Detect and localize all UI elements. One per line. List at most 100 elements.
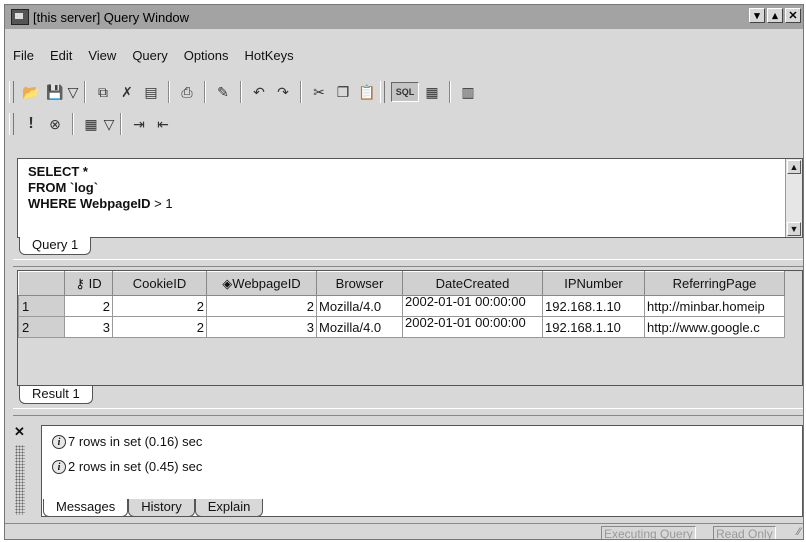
column-header-referringpage[interactable]: ReferringPage bbox=[644, 271, 785, 296]
table-row[interactable]: 2 3 2 3 Mozilla/4.0 2002-01-01 00:00:00 … bbox=[18, 316, 785, 338]
column-header-webpageid[interactable]: ◈WebpageID bbox=[206, 271, 317, 296]
table-row[interactable]: 1 2 2 2 Mozilla/4.0 2002-01-01 00:00:00 … bbox=[18, 295, 785, 317]
toolbar-separator bbox=[449, 81, 451, 103]
toolbar-separator bbox=[120, 113, 122, 135]
grid-mode-icon[interactable]: ▦ bbox=[421, 81, 443, 103]
cell-datecreated[interactable]: 2002-01-01 00:00:00 bbox=[402, 316, 543, 338]
menu-options[interactable]: Options bbox=[176, 48, 237, 63]
print-icon[interactable]: ⎙ bbox=[176, 81, 198, 103]
save-icon[interactable]: 💾 bbox=[44, 81, 66, 103]
pane-grip[interactable] bbox=[15, 445, 25, 515]
open-icon[interactable]: 📂 bbox=[20, 81, 42, 103]
cut-icon[interactable]: ✂ bbox=[308, 81, 330, 103]
redo-icon[interactable]: ↷ bbox=[272, 81, 294, 103]
message-tabs: Messages History Explain bbox=[43, 499, 264, 517]
minimize-button[interactable]: ▾ bbox=[749, 8, 765, 23]
copy-results-icon[interactable]: ⧉ bbox=[92, 81, 114, 103]
column-header-datecreated[interactable]: DateCreated bbox=[402, 271, 543, 296]
close-icon[interactable]: ✕ bbox=[14, 424, 25, 440]
resize-grip-icon[interactable]: ⁄⁄ bbox=[797, 526, 801, 538]
editor-splitter[interactable] bbox=[13, 259, 803, 267]
editor-scrollbar[interactable]: ▲ ▼ bbox=[785, 159, 802, 237]
menu-view[interactable]: View bbox=[80, 48, 124, 63]
toolbar-separator bbox=[204, 81, 206, 103]
column-header-id[interactable]: ⚷ ID bbox=[64, 271, 113, 296]
delete-icon[interactable]: ✗ bbox=[116, 81, 138, 103]
app-icon bbox=[11, 9, 29, 25]
results-table: ⚷ ID CookieID ◈WebpageID Browser DateCre… bbox=[18, 271, 785, 338]
scroll-up-icon[interactable]: ▲ bbox=[787, 160, 801, 174]
cell-browser[interactable]: Mozilla/4.0 bbox=[316, 295, 403, 317]
cell-cookieid[interactable]: 2 bbox=[112, 295, 207, 317]
status-executing: Executing Query bbox=[601, 526, 696, 539]
query-tabs: Query 1 bbox=[19, 237, 92, 255]
status-readonly: Read Only bbox=[713, 526, 776, 539]
outdent-icon[interactable]: ⇤ bbox=[152, 113, 174, 135]
toolbar-separator bbox=[72, 113, 74, 135]
cell-datecreated[interactable]: 2002-01-01 00:00:00 bbox=[402, 295, 543, 317]
cell-cookieid[interactable]: 2 bbox=[112, 316, 207, 338]
cell-id[interactable]: 2 bbox=[64, 295, 113, 317]
toolbar-grip[interactable] bbox=[9, 113, 14, 135]
table-header-row: ⚷ ID CookieID ◈WebpageID Browser DateCre… bbox=[18, 271, 785, 296]
query-toolbar: ! ⊗ ▦ ▽ ⇥ ⇤ bbox=[9, 109, 174, 139]
diamond-icon: ◈ bbox=[222, 275, 233, 291]
column-header-ipnumber[interactable]: IPNumber bbox=[542, 271, 645, 296]
column-header-cookieid[interactable]: CookieID bbox=[112, 271, 207, 296]
sql-editor[interactable]: SELECT * FROM `log` WHERE WebpageID > 1 … bbox=[17, 158, 803, 238]
execute-icon[interactable]: ! bbox=[20, 113, 42, 135]
title-bar[interactable]: [this server] Query Window ▾ ▴ ✕ bbox=[5, 5, 803, 29]
menu-file[interactable]: File bbox=[5, 48, 42, 63]
row-number-header bbox=[18, 271, 65, 296]
message-item: i 7 rows in set (0.16) sec bbox=[52, 434, 202, 449]
close-button[interactable]: ✕ bbox=[785, 8, 801, 23]
row-number[interactable]: 1 bbox=[18, 295, 65, 317]
undo-icon[interactable]: ↶ bbox=[248, 81, 270, 103]
menu-bar: File Edit View Query Options HotKeys bbox=[5, 45, 302, 65]
scroll-down-icon[interactable]: ▼ bbox=[787, 222, 801, 236]
dropdown-arrow-icon[interactable]: ▽ bbox=[104, 113, 115, 135]
tab-history[interactable]: History bbox=[128, 499, 195, 517]
cell-webpageid[interactable]: 3 bbox=[206, 316, 317, 338]
toolbar-grip[interactable] bbox=[380, 81, 385, 103]
menu-query[interactable]: Query bbox=[124, 48, 175, 63]
options-icon[interactable]: ▥ bbox=[457, 81, 479, 103]
cell-id[interactable]: 3 bbox=[64, 316, 113, 338]
column-header-browser[interactable]: Browser bbox=[316, 271, 403, 296]
cell-webpageid[interactable]: 2 bbox=[206, 295, 317, 317]
cell-browser[interactable]: Mozilla/4.0 bbox=[316, 316, 403, 338]
info-icon: i bbox=[52, 434, 66, 449]
cell-referringpage[interactable]: http://minbar.homeip bbox=[644, 295, 785, 317]
paste-icon[interactable]: 📋 bbox=[356, 81, 378, 103]
results-splitter[interactable] bbox=[13, 408, 803, 416]
print-preview-icon[interactable]: ▤ bbox=[140, 81, 162, 103]
cell-ipnumber[interactable]: 192.168.1.10 bbox=[542, 316, 645, 338]
sql-mode-icon[interactable]: SQL bbox=[391, 82, 419, 102]
dropdown-arrow-icon[interactable]: ▽ bbox=[68, 81, 79, 103]
toolbar-separator bbox=[240, 81, 242, 103]
toolbar-grip[interactable] bbox=[9, 81, 14, 103]
info-icon: i bbox=[52, 459, 66, 474]
tab-explain[interactable]: Explain bbox=[194, 499, 264, 517]
result-tabs: Result 1 bbox=[19, 386, 93, 404]
key-icon: ⚷ bbox=[75, 275, 85, 291]
results-grid-icon[interactable]: ▦ bbox=[80, 113, 102, 135]
message-item: i 2 rows in set (0.45) sec bbox=[52, 459, 202, 474]
query-window: [this server] Query Window ▾ ▴ ✕ File Ed… bbox=[4, 4, 804, 540]
menu-edit[interactable]: Edit bbox=[42, 48, 80, 63]
copy-icon[interactable]: ❐ bbox=[332, 81, 354, 103]
main-toolbar: 📂 💾 ▽ ⧉ ✗ ▤ ⎙ ✎ ↶ ↷ ✂ ❐ 📋 SQL ▦ ▥ bbox=[9, 77, 479, 107]
tab-query-1[interactable]: Query 1 bbox=[19, 237, 92, 255]
row-number[interactable]: 2 bbox=[18, 316, 65, 338]
stop-icon[interactable]: ⊗ bbox=[44, 113, 66, 135]
wand-icon[interactable]: ✎ bbox=[212, 81, 234, 103]
cell-ipnumber[interactable]: 192.168.1.10 bbox=[542, 295, 645, 317]
cell-referringpage[interactable]: http://www.google.c bbox=[644, 316, 785, 338]
tab-result-1[interactable]: Result 1 bbox=[19, 386, 93, 404]
indent-icon[interactable]: ⇥ bbox=[128, 113, 150, 135]
menu-hotkeys[interactable]: HotKeys bbox=[237, 48, 302, 63]
restore-button[interactable]: ▴ bbox=[767, 8, 783, 23]
sql-text[interactable]: SELECT * FROM `log` WHERE WebpageID > 1 bbox=[28, 164, 173, 212]
tab-messages[interactable]: Messages bbox=[43, 499, 129, 517]
toolbar-separator bbox=[168, 81, 170, 103]
